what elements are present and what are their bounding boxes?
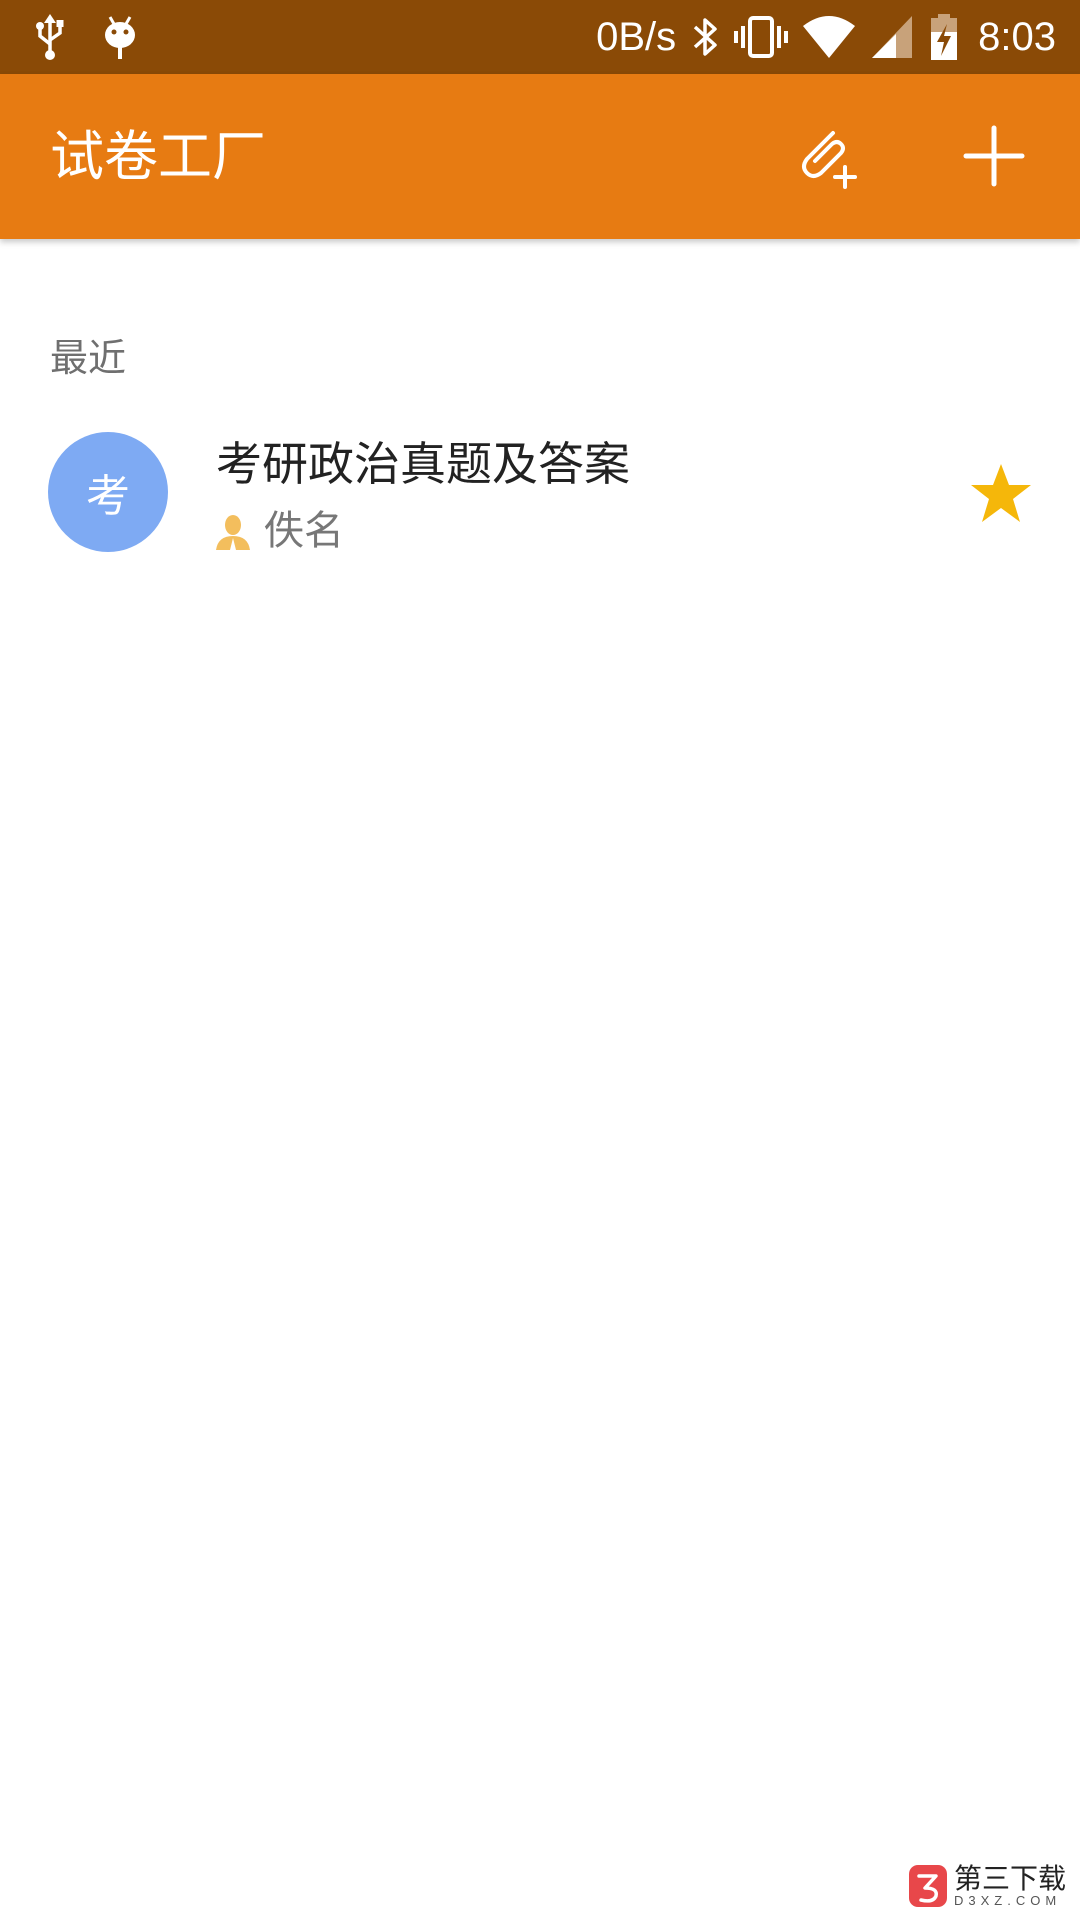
item-author-row: 佚名 <box>214 504 344 558</box>
plus-icon <box>962 124 1026 192</box>
avatar: 考 <box>48 432 168 552</box>
usb-icon <box>32 14 68 60</box>
cell-signal-icon <box>870 14 914 60</box>
item-title: 考研政治真题及答案 <box>216 437 630 491</box>
app-title: 试卷工厂 <box>50 125 266 188</box>
vibrate-icon <box>734 14 789 60</box>
attach-add-button[interactable] <box>786 116 870 200</box>
author-name: 佚名 <box>264 508 344 554</box>
status-bar-right: 0B/s 8:03 <box>596 0 1056 74</box>
attach-add-icon <box>793 121 863 195</box>
recent-section-header: 最近 <box>50 336 127 380</box>
list-item[interactable]: 考 考研政治真题及答案 佚名 <box>0 420 1080 570</box>
status-bar: 0B/s 8:03 <box>0 0 1080 74</box>
wifi-icon <box>802 14 856 60</box>
person-icon <box>214 512 252 550</box>
network-speed: 0B/s <box>596 15 677 59</box>
battery-charging-icon <box>928 12 960 62</box>
app-bar: 试卷工厂 <box>0 74 1080 239</box>
bluetooth-icon <box>690 14 720 60</box>
watermark-subtitle: D3XZ.COM <box>953 1893 1062 1908</box>
android-debug-icon <box>102 13 138 61</box>
watermark-text: 第三下载 D3XZ.COM <box>954 1864 1066 1908</box>
d3xz-logo-icon <box>908 1864 948 1908</box>
watermark: 第三下载 D3XZ.COM <box>908 1864 1066 1908</box>
favorite-button[interactable] <box>966 458 1036 528</box>
status-bar-left <box>32 0 138 74</box>
add-button[interactable] <box>952 116 1036 200</box>
star-icon <box>969 462 1033 524</box>
watermark-title: 第三下载 <box>953 1862 1066 1895</box>
clock: 8:03 <box>978 15 1056 59</box>
